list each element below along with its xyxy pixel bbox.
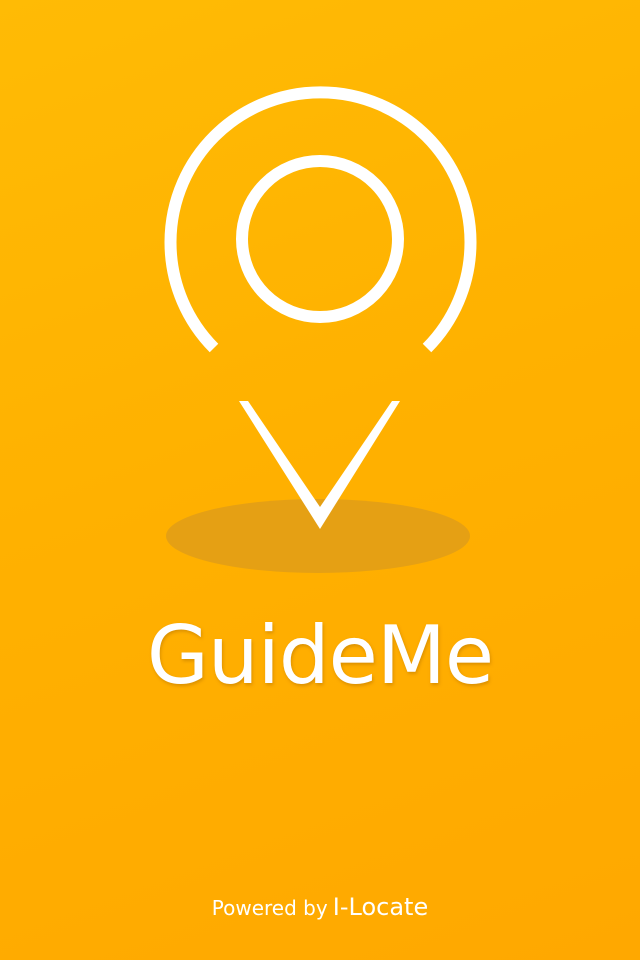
brand-name: I-Locate	[332, 893, 429, 921]
powered-by-label: Powered by	[211, 896, 328, 920]
pin-outer-arc	[164, 86, 477, 353]
powered-by-footer: Powered by I-Locate	[0, 890, 640, 927]
app-title: GuideMe	[146, 609, 494, 702]
splash-screen: GuideMe Powered by I-Locate	[0, 0, 640, 960]
location-pin-icon	[164, 86, 477, 573]
pin-inner-ring	[236, 155, 404, 323]
